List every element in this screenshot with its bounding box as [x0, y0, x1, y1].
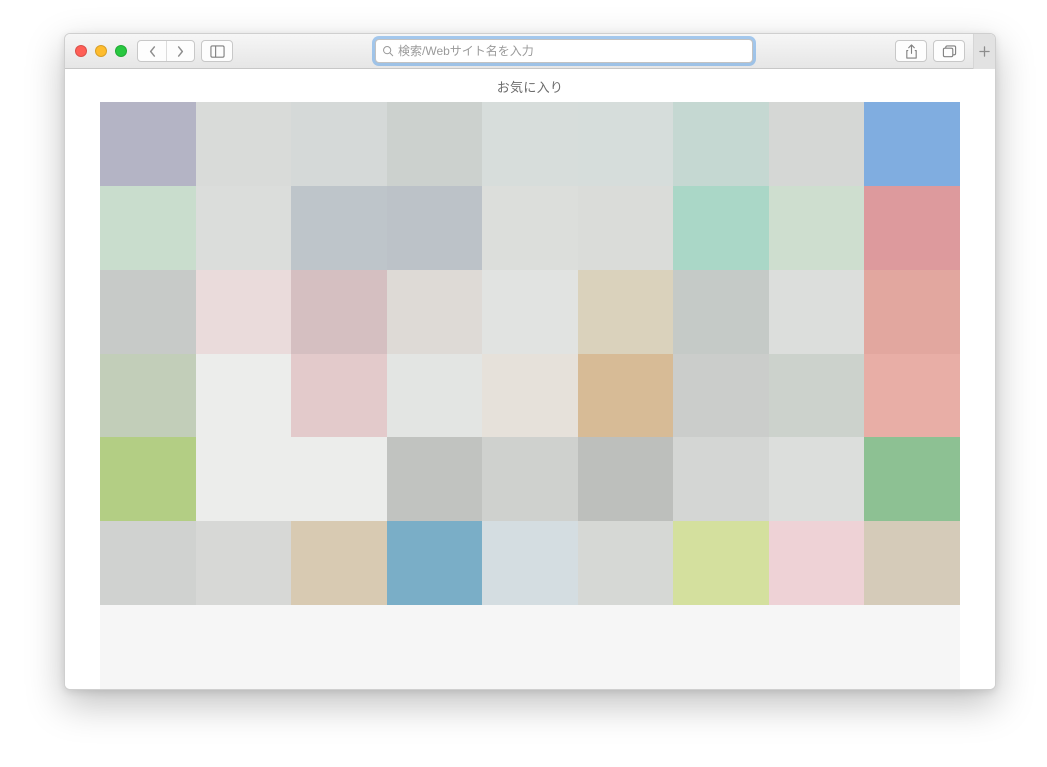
favorite-tile[interactable]: [291, 102, 387, 186]
chevron-left-icon: [148, 46, 157, 57]
favorite-tile[interactable]: [769, 270, 865, 354]
favorite-tile[interactable]: [387, 354, 483, 438]
share-icon: [904, 44, 919, 59]
favorite-tile[interactable]: [769, 605, 865, 689]
tabs-overview-button[interactable]: [933, 40, 965, 62]
favorite-tile[interactable]: [864, 102, 960, 186]
favorite-tile[interactable]: [673, 102, 769, 186]
favorite-tile[interactable]: [578, 521, 674, 605]
favorite-tile[interactable]: [482, 186, 578, 270]
favorite-tile[interactable]: [864, 605, 960, 689]
favorite-tile[interactable]: [769, 102, 865, 186]
toolbar-right-group: [895, 40, 965, 62]
favorite-tile[interactable]: [482, 437, 578, 521]
favorite-tile[interactable]: [196, 354, 292, 438]
chevron-right-icon: [176, 46, 185, 57]
favorite-tile[interactable]: [769, 354, 865, 438]
favorite-tile[interactable]: [769, 437, 865, 521]
favorite-tile[interactable]: [100, 102, 196, 186]
favorite-tile[interactable]: [864, 270, 960, 354]
favorite-tile[interactable]: [482, 521, 578, 605]
favorite-tile[interactable]: [673, 521, 769, 605]
favorite-tile[interactable]: [578, 605, 674, 689]
new-tab-button[interactable]: [973, 34, 995, 69]
nav-back-forward-group: [137, 40, 195, 62]
favorite-tile[interactable]: [291, 270, 387, 354]
close-window-button[interactable]: [75, 45, 87, 57]
favorite-tile[interactable]: [387, 270, 483, 354]
favorite-tile[interactable]: [291, 437, 387, 521]
favorite-tile[interactable]: [387, 102, 483, 186]
favorite-tile[interactable]: [578, 354, 674, 438]
favorite-tile[interactable]: [769, 186, 865, 270]
share-button[interactable]: [895, 40, 927, 62]
favorite-tile[interactable]: [482, 102, 578, 186]
favorite-tile[interactable]: [196, 605, 292, 689]
favorite-tile[interactable]: [196, 521, 292, 605]
toolbar: [65, 34, 995, 69]
favorite-tile[interactable]: [864, 521, 960, 605]
favorite-tile[interactable]: [387, 186, 483, 270]
favorite-tile[interactable]: [291, 605, 387, 689]
favorite-tile[interactable]: [100, 437, 196, 521]
favorite-tile[interactable]: [578, 270, 674, 354]
favorite-tile[interactable]: [291, 354, 387, 438]
favorite-tile[interactable]: [387, 605, 483, 689]
sidebar-icon: [210, 44, 225, 59]
back-button[interactable]: [138, 41, 166, 61]
address-input[interactable]: [398, 44, 746, 58]
window-controls: [73, 45, 131, 57]
minimize-window-button[interactable]: [95, 45, 107, 57]
favorite-tile[interactable]: [100, 521, 196, 605]
favorites-grid: [100, 102, 960, 689]
favorite-tile[interactable]: [196, 186, 292, 270]
favorite-tile[interactable]: [482, 605, 578, 689]
favorite-tile[interactable]: [196, 437, 292, 521]
favorites-grid-wrap: [65, 102, 995, 689]
favorite-tile[interactable]: [100, 186, 196, 270]
favorite-tile[interactable]: [864, 186, 960, 270]
address-bar-container: [239, 39, 889, 63]
favorite-tile[interactable]: [673, 354, 769, 438]
favorite-tile[interactable]: [482, 354, 578, 438]
forward-button[interactable]: [166, 41, 194, 61]
favorite-tile[interactable]: [196, 270, 292, 354]
favorite-tile[interactable]: [291, 521, 387, 605]
zoom-window-button[interactable]: [115, 45, 127, 57]
favorite-tile[interactable]: [196, 102, 292, 186]
favorite-tile[interactable]: [673, 186, 769, 270]
favorite-tile[interactable]: [769, 521, 865, 605]
plus-icon: [979, 46, 990, 57]
favorite-tile[interactable]: [578, 102, 674, 186]
content-area: お気に入り: [65, 69, 995, 689]
favorites-heading: お気に入り: [65, 69, 995, 102]
browser-window: お気に入り: [64, 33, 996, 690]
favorite-tile[interactable]: [578, 437, 674, 521]
favorite-tile[interactable]: [673, 605, 769, 689]
favorite-tile[interactable]: [864, 354, 960, 438]
favorite-tile[interactable]: [482, 270, 578, 354]
sidebar-toggle-button[interactable]: [201, 40, 233, 62]
favorite-tile[interactable]: [100, 270, 196, 354]
favorite-tile[interactable]: [673, 437, 769, 521]
favorite-tile[interactable]: [578, 186, 674, 270]
favorite-tile[interactable]: [864, 437, 960, 521]
address-bar[interactable]: [375, 39, 753, 63]
favorite-tile[interactable]: [387, 437, 483, 521]
favorite-tile[interactable]: [673, 270, 769, 354]
favorite-tile[interactable]: [100, 354, 196, 438]
favorite-tile[interactable]: [387, 521, 483, 605]
search-icon: [382, 45, 394, 57]
favorite-tile[interactable]: [100, 605, 196, 689]
tabs-icon: [942, 44, 957, 59]
favorite-tile[interactable]: [291, 186, 387, 270]
